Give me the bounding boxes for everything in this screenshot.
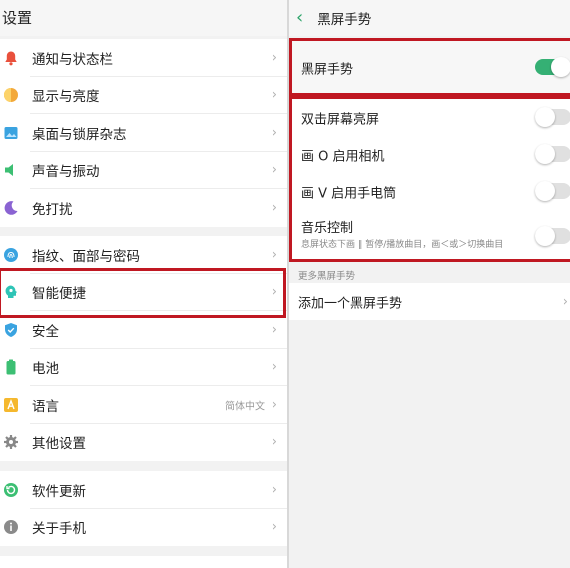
brightness-icon: [2, 86, 20, 104]
settings-item-other[interactable]: 其他设置 ›: [0, 424, 287, 462]
gesture-sublabel: 息屏状态下画 ‖ 暂停/播放曲目，画＜或＞切换曲目: [301, 240, 504, 250]
gesture-toggle-flashlight[interactable]: [535, 181, 570, 201]
settings-item-sound[interactable]: 声音与振动 ›: [0, 152, 287, 189]
settings-item-label: 关于手机: [32, 521, 86, 538]
chevron-right-icon: ›: [271, 125, 277, 141]
update-icon: [2, 481, 20, 499]
settings-group-1: 通知与状态栏 › 显示与亮度 › 桌面与锁屏杂志 › 声音与振动 › 免打扰 ›: [0, 39, 287, 227]
settings-item-label: 声音与振动: [32, 164, 100, 181]
chevron-right-icon: ›: [271, 322, 277, 338]
section-label: 更多黑屏手势: [298, 271, 356, 282]
chevron-right-icon: ›: [271, 434, 277, 450]
chevron-right-icon: ›: [271, 200, 277, 216]
chevron-right-icon: ›: [271, 162, 277, 178]
chevron-right-icon: ›: [562, 294, 568, 309]
settings-item-label: 指纹、面部与密码: [32, 248, 140, 265]
gesture-label: 画 O 启用相机: [301, 149, 385, 164]
settings-item-display[interactable]: 显示与亮度 ›: [0, 77, 287, 114]
settings-pane: 设置 通知与状态栏 › 显示与亮度 › 桌面与锁屏杂志 › 声音与振动 › 免打…: [0, 0, 287, 568]
wallpaper-icon: [2, 124, 20, 142]
gesture-row-music[interactable]: 音乐控制 息屏状态下画 ‖ 暂停/播放曲目，画＜或＞切换曲目: [301, 211, 570, 259]
chevron-right-icon: ›: [271, 359, 277, 375]
settings-item-label: 通知与状态栏: [32, 51, 113, 68]
settings-item-label: 免打扰: [32, 201, 73, 218]
settings-group-2: 指纹、面部与密码 › 智能便捷 › 安全 › 电池 › 语言 简体中文 › 其他…: [0, 236, 287, 461]
back-chevron-icon[interactable]: ‹: [296, 9, 303, 27]
settings-title: 设置: [0, 0, 287, 36]
gesture-label: 音乐控制: [301, 221, 354, 236]
settings-item-label: 电池: [32, 361, 59, 378]
gesture-label: 双击屏幕亮屏: [301, 112, 380, 127]
master-toggle-row[interactable]: 黑屏手势: [301, 49, 570, 86]
chevron-right-icon: ›: [271, 50, 277, 66]
moon-icon: [2, 199, 20, 217]
gear-icon: [2, 433, 20, 451]
gesture-toggle-double-tap[interactable]: [535, 107, 570, 127]
gesture-header: ‹ 黑屏手势: [289, 0, 570, 36]
master-toggle-box: 黑屏手势: [289, 38, 570, 96]
gesture-options-box: 双击屏幕亮屏 画 O 启用相机 画 V 启用手电筒 音乐控制 息屏状态下画 ‖ …: [289, 96, 570, 262]
bell-icon: [2, 49, 20, 67]
gesture-row-camera[interactable]: 画 O 启用相机: [301, 136, 570, 173]
gesture-label: 画 V 启用手电筒: [301, 186, 397, 201]
info-icon: [2, 518, 20, 536]
smart-assist-icon: [2, 283, 20, 301]
chevron-right-icon: ›: [271, 247, 277, 263]
master-toggle-switch[interactable]: [535, 57, 570, 77]
settings-group-4: [0, 556, 287, 568]
settings-item-label: 其他设置: [32, 436, 86, 453]
settings-item-label: 显示与亮度: [32, 89, 100, 106]
chevron-right-icon: ›: [271, 519, 277, 535]
chevron-right-icon: ›: [271, 284, 277, 300]
settings-item-smart-assist[interactable]: 智能便捷 ›: [0, 274, 287, 311]
settings-item-label: 软件更新: [32, 483, 86, 500]
master-toggle-label: 黑屏手势: [301, 62, 354, 77]
settings-item-update[interactable]: 软件更新 ›: [0, 471, 287, 509]
settings-item-about[interactable]: 关于手机 ›: [0, 509, 287, 547]
settings-item-dnd[interactable]: 免打扰 ›: [0, 189, 287, 227]
add-gesture-label: 添加一个黑屏手势: [298, 296, 403, 311]
chevron-right-icon: ›: [271, 482, 277, 498]
battery-icon: [2, 358, 20, 376]
add-gesture-row[interactable]: 添加一个黑屏手势 ›: [289, 283, 570, 320]
chevron-right-icon: ›: [271, 397, 277, 413]
settings-item-safety[interactable]: 安全 ›: [0, 311, 287, 349]
settings-item-wallpaper[interactable]: 桌面与锁屏杂志 ›: [0, 114, 287, 152]
settings-item-security-password[interactable]: 指纹、面部与密码 ›: [0, 236, 287, 274]
fingerprint-icon: [2, 246, 20, 264]
settings-item-language[interactable]: 语言 简体中文 ›: [0, 386, 287, 424]
settings-item-label: 语言: [32, 398, 59, 415]
language-value: 简体中文: [225, 401, 265, 413]
chevron-right-icon: ›: [271, 87, 277, 103]
gesture-row-flashlight[interactable]: 画 V 启用手电筒: [301, 173, 570, 210]
settings-item-battery[interactable]: 电池 ›: [0, 349, 287, 386]
gesture-toggle-music[interactable]: [535, 226, 570, 246]
gesture-toggle-camera[interactable]: [535, 144, 570, 164]
language-icon: [2, 396, 20, 414]
gesture-pane: ‹ 黑屏手势 黑屏手势 双击屏幕亮屏 画 O 启用相机 画 V 启用手电筒 音乐…: [289, 0, 570, 568]
settings-item-notifications[interactable]: 通知与状态栏 ›: [0, 39, 287, 77]
settings-item-label: 智能便捷: [32, 286, 86, 303]
page-title: 黑屏手势: [317, 12, 372, 28]
shield-icon: [2, 321, 20, 339]
gesture-row-double-tap[interactable]: 双击屏幕亮屏: [301, 99, 570, 136]
settings-item-label: 安全: [32, 323, 59, 340]
settings-item-label: 桌面与锁屏杂志: [32, 126, 127, 143]
speaker-icon: [2, 161, 20, 179]
settings-group-3: 软件更新 › 关于手机 ›: [0, 471, 287, 546]
